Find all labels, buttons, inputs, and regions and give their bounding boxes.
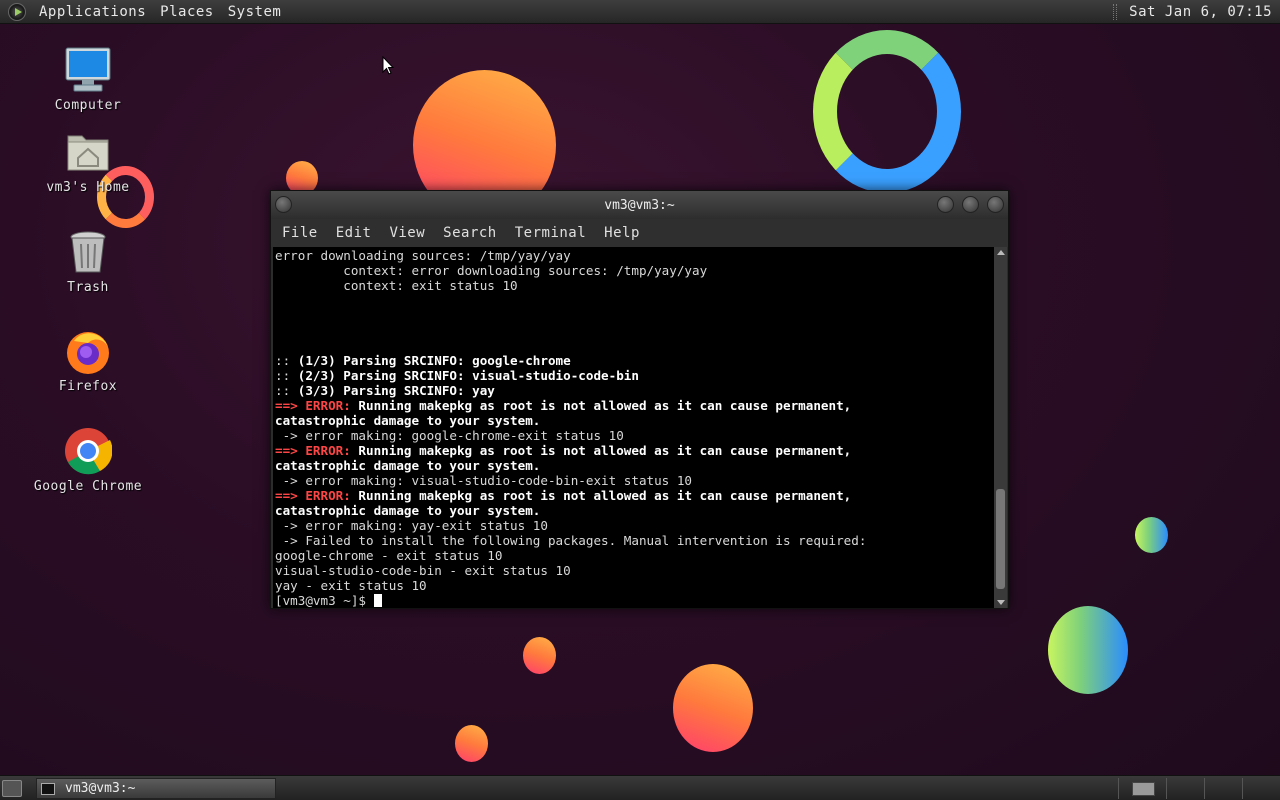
show-desktop-button[interactable] xyxy=(2,780,22,797)
panel-divider xyxy=(1242,778,1243,799)
menu-applications[interactable]: Applications xyxy=(32,4,153,20)
terminal-window[interactable]: vm3@vm3:~ File Edit View Search Terminal… xyxy=(270,190,1009,609)
terminal-line: google-chrome - exit status 10 xyxy=(275,548,503,563)
wallpaper-orange-circle-bottom xyxy=(673,664,753,752)
bottom-panel: vm3@vm3:~ xyxy=(0,775,1280,800)
menu-search[interactable]: Search xyxy=(436,225,504,241)
terminal-line: -> Failed to install the following packa… xyxy=(275,533,867,548)
top-panel: Applications Places System Sat Jan 6, 07… xyxy=(0,0,1280,24)
workspace-switcher-1[interactable] xyxy=(1132,782,1155,796)
menu-places[interactable]: Places xyxy=(153,4,221,20)
terminal-icon xyxy=(41,782,55,795)
terminal-line: :: (2/3) Parsing SRCINFO: visual-studio-… xyxy=(275,368,639,383)
window-titlebar[interactable]: vm3@vm3:~ xyxy=(271,191,1008,219)
terminal-line: error downloading sources: /tmp/yay/yay xyxy=(275,248,571,263)
maximize-button[interactable] xyxy=(962,196,979,213)
menu-view[interactable]: View xyxy=(382,225,432,241)
desktop-icon-chrome[interactable]: Google Chrome xyxy=(28,427,148,494)
terminal-line: yay - exit status 10 xyxy=(275,578,427,593)
computer-icon xyxy=(64,46,112,94)
terminal-line: :: (3/3) Parsing SRCINFO: yay xyxy=(275,383,495,398)
taskbar-button-label: vm3@vm3:~ xyxy=(65,781,136,796)
desktop-icon-home[interactable]: vm3's Home xyxy=(28,128,148,195)
terminal-line: [vm3@vm3 ~]$ xyxy=(275,593,994,608)
desktop-icon-firefox[interactable]: Firefox xyxy=(28,327,148,394)
home-folder-icon xyxy=(64,128,112,176)
wallpaper-orange-circle-mid xyxy=(523,637,556,674)
terminal-scrollbar[interactable] xyxy=(994,247,1007,608)
terminal-line: context: exit status 10 xyxy=(275,278,518,293)
menu-file[interactable]: File xyxy=(275,225,325,241)
scrollbar-thumb[interactable] xyxy=(996,489,1005,589)
terminal-line: :: (1/3) Parsing SRCINFO: google-chrome xyxy=(275,353,571,368)
taskbar-button-terminal[interactable]: vm3@vm3:~ xyxy=(36,778,276,799)
menu-system[interactable]: System xyxy=(221,4,289,20)
chrome-icon xyxy=(64,427,113,475)
wallpaper-green-circle-large xyxy=(1048,606,1128,694)
menu-help[interactable]: Help xyxy=(597,225,647,241)
terminal-line: ==> ERROR: Running makepkg as root is no… xyxy=(275,443,852,458)
desktop-icon-label: Trash xyxy=(67,280,109,295)
terminal-line: -> error making: visual-studio-code-bin-… xyxy=(275,473,693,488)
window-menu-button[interactable] xyxy=(275,196,292,213)
wallpaper-green-circle-small xyxy=(1135,517,1168,553)
terminal-line: catastrophic damage to your system. xyxy=(275,503,541,518)
terminal-menubar: File Edit View Search Terminal Help xyxy=(271,219,1008,247)
terminal-cursor xyxy=(373,594,382,607)
terminal-line: catastrophic damage to your system. xyxy=(275,413,541,428)
desktop-icon-trash[interactable]: Trash xyxy=(28,228,148,295)
clock[interactable]: Sat Jan 6, 07:15 xyxy=(1129,4,1272,20)
minimize-button[interactable] xyxy=(937,196,954,213)
panel-divider xyxy=(1204,778,1205,799)
desktop-icon-label: Firefox xyxy=(58,379,118,394)
desktop-icon-label: Google Chrome xyxy=(33,479,143,494)
terminal-line: -> error making: yay-exit status 10 xyxy=(275,518,548,533)
menu-terminal[interactable]: Terminal xyxy=(508,225,593,241)
distro-logo-icon[interactable] xyxy=(8,2,26,21)
close-button[interactable] xyxy=(987,196,1004,213)
terminal-output[interactable]: error downloading sources: /tmp/yay/yay … xyxy=(273,247,994,608)
desktop-icon-label: Computer xyxy=(54,98,122,113)
terminal-line: catastrophic damage to your system. xyxy=(275,458,541,473)
terminal-line: visual-studio-code-bin - exit status 10 xyxy=(275,563,571,578)
terminal-line: ==> ERROR: Running makepkg as root is no… xyxy=(275,488,852,503)
scroll-down-arrow-icon[interactable] xyxy=(997,600,1005,605)
menu-edit[interactable]: Edit xyxy=(329,225,379,241)
panel-divider xyxy=(1166,778,1167,799)
terminal-line: context: error downloading sources: /tmp… xyxy=(275,263,708,278)
panel-divider xyxy=(1118,778,1119,799)
desktop-icon-computer[interactable]: Computer xyxy=(28,46,148,113)
panel-separator xyxy=(1113,4,1117,20)
terminal-line: -> error making: google-chrome-exit stat… xyxy=(275,428,624,443)
scroll-up-arrow-icon[interactable] xyxy=(997,250,1005,255)
desktop-icon-label: vm3's Home xyxy=(46,180,130,195)
mouse-pointer-icon xyxy=(382,56,394,75)
window-title: vm3@vm3:~ xyxy=(604,197,675,213)
wallpaper-green-ring xyxy=(813,30,961,193)
trash-icon xyxy=(64,228,112,276)
firefox-icon xyxy=(64,327,112,375)
terminal-line: ==> ERROR: Running makepkg as root is no… xyxy=(275,398,852,413)
wallpaper-orange-circle-tiny xyxy=(455,725,488,762)
